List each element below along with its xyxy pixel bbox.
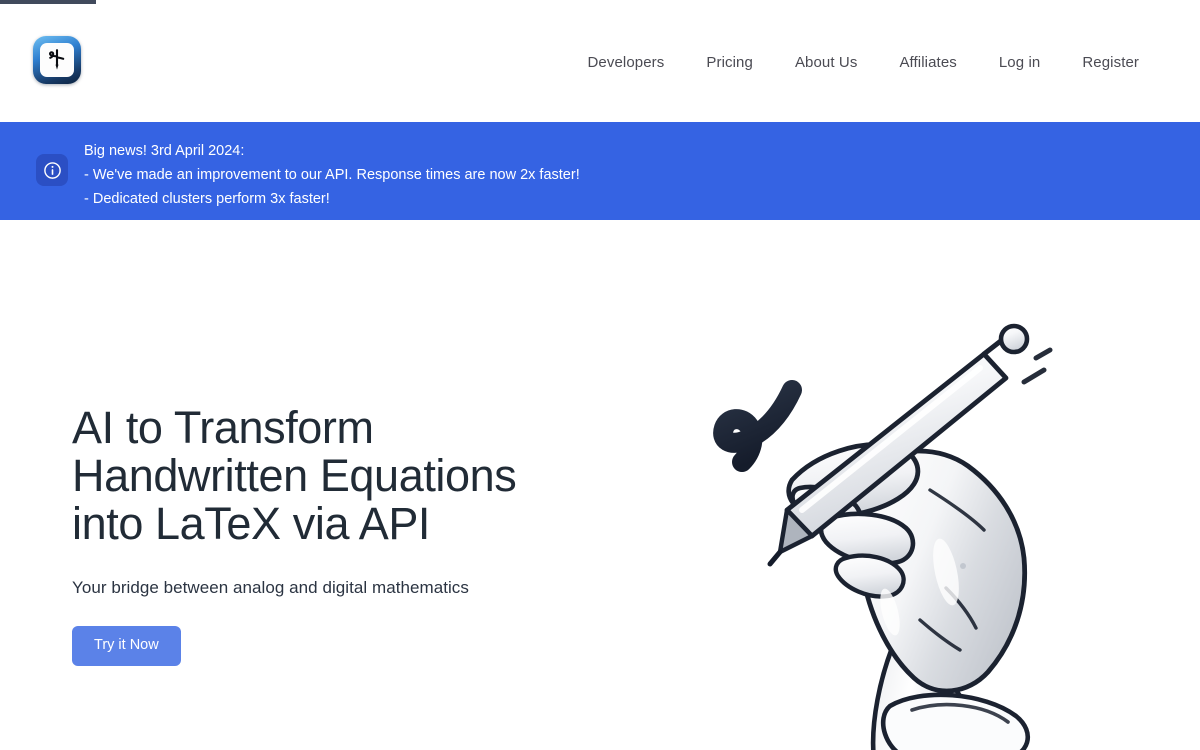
announcement-line-1: Big news! 3rd April 2024: — [84, 143, 245, 159]
hero-section: AI to Transform Handwritten Equations in… — [0, 220, 1200, 750]
site-logo[interactable] — [33, 31, 81, 89]
nav-item-developers[interactable]: Developers — [567, 48, 686, 78]
page-title: AI to Transform Handwritten Equations in… — [72, 404, 632, 548]
info-circle-icon — [36, 154, 68, 186]
hero-title-line-3: into LaTeX via API — [72, 498, 431, 549]
announcement-text: Big news! 3rd April 2024: - We've made a… — [84, 139, 580, 211]
nav-item-pricing[interactable]: Pricing — [685, 48, 774, 78]
page-root: Developers Pricing About Us Affiliates L… — [0, 0, 1200, 750]
nav-item-affiliates[interactable]: Affiliates — [878, 48, 977, 78]
pen-nib-logo-icon — [49, 49, 65, 70]
announcement-banner: Big news! 3rd April 2024: - We've made a… — [0, 122, 1200, 220]
logo-badge — [33, 36, 81, 84]
robot-hand-writing-one-illustration — [684, 320, 1104, 750]
logo-inner-plate — [40, 43, 74, 77]
hero-title-line-1: AI to Transform — [72, 402, 374, 453]
nav-item-log-in[interactable]: Log in — [978, 48, 1061, 78]
try-it-now-button[interactable]: Try it Now — [72, 626, 181, 666]
announcement-line-2: - We've made an improvement to our API. … — [84, 167, 580, 183]
primary-navigation: Developers Pricing About Us Affiliates L… — [567, 4, 1161, 122]
hero-subtitle: Your bridge between analog and digital m… — [72, 578, 469, 597]
site-header: Developers Pricing About Us Affiliates L… — [0, 4, 1200, 122]
nav-item-about-us[interactable]: About Us — [774, 48, 879, 78]
hero-copy: AI to Transform Handwritten Equations in… — [72, 404, 632, 666]
nav-item-register[interactable]: Register — [1061, 48, 1160, 78]
announcement-line-3: - Dedicated clusters perform 3x faster! — [84, 191, 330, 207]
info-circle-glyph — [43, 161, 61, 179]
hero-title-line-2: Handwritten Equations — [72, 450, 517, 501]
